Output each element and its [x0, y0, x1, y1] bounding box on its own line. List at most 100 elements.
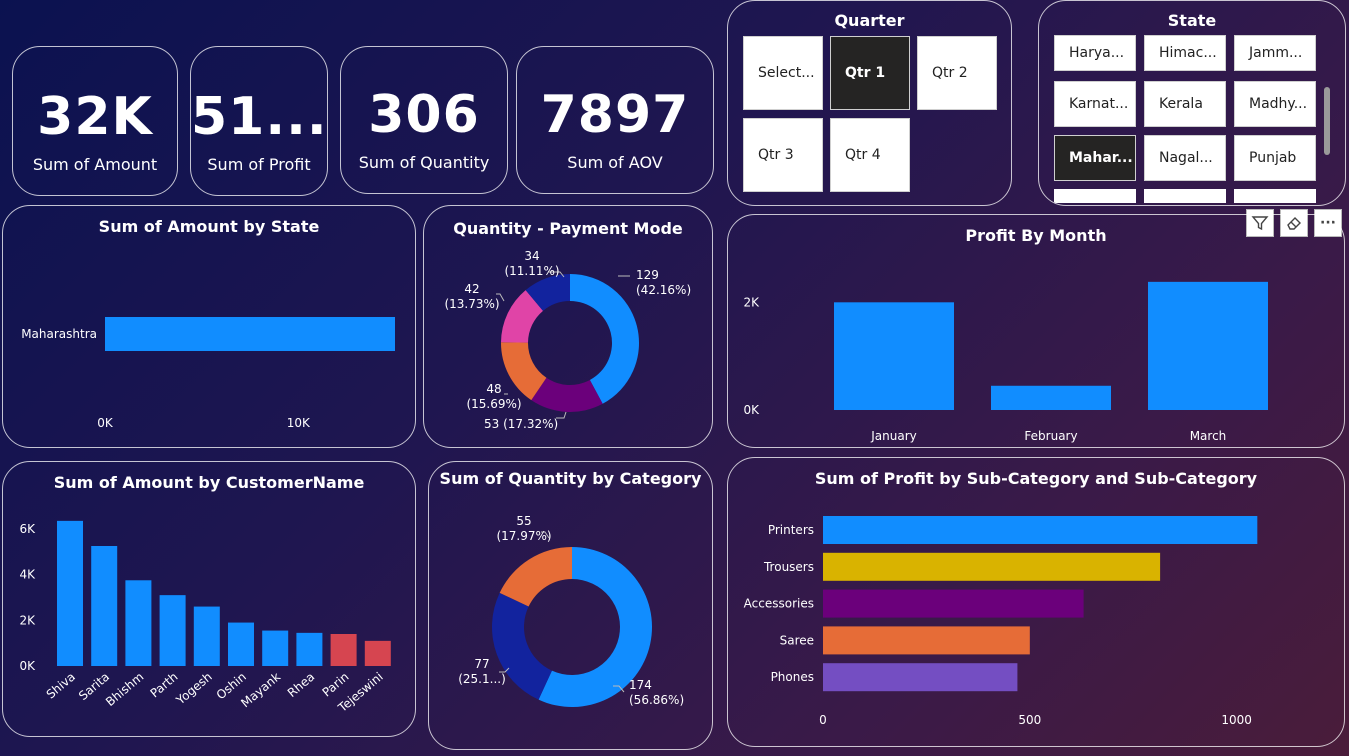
quarter-option-qtr2[interactable]: Qtr 2 — [917, 36, 997, 110]
quantity-by-category-card[interactable]: Sum of Quantity by Category 174 (56.86%) 7… — [428, 461, 713, 750]
y-tick-label: Maharashtra — [21, 327, 97, 341]
kpi-card-aov[interactable]: 7897 Sum of AOV — [516, 46, 714, 194]
state-option[interactable]: Harya... — [1054, 35, 1136, 71]
scrollbar-thumb[interactable] — [1324, 87, 1330, 155]
state-option[interactable]: Nagal... — [1144, 135, 1226, 181]
bar — [193, 606, 220, 666]
state-option-selected[interactable]: Mahar... — [1054, 135, 1136, 181]
data-label: (17.97%) — [496, 529, 551, 543]
kpi-label: Sum of Quantity — [358, 153, 490, 172]
kpi-label: Sum of AOV — [567, 153, 663, 172]
kpi-value: 306 — [368, 85, 480, 145]
profit-by-subcategory-chart: Printers Trousers Accessories Saree Phones 0 5… — [744, 516, 1258, 727]
bar — [105, 317, 395, 351]
kpi-value: 32K — [37, 87, 153, 147]
data-label: 129 — [636, 268, 659, 282]
state-slicer-title: State — [1167, 11, 1217, 30]
y-tick-label: 0K — [743, 403, 760, 417]
x-tick-label: 500 — [1018, 713, 1041, 727]
quarter-option-qtr1[interactable]: Qtr 1 — [830, 36, 910, 110]
bar — [834, 302, 954, 410]
data-label: 53 (17.32%) — [484, 417, 558, 431]
chart-title: Sum of Profit by Sub-Category and Sub-Ca… — [814, 469, 1258, 488]
y-tick-label: Trousers — [763, 560, 814, 574]
chart-title: Sum of Amount by State — [98, 217, 320, 236]
quarter-option-select[interactable]: Select... — [743, 36, 823, 110]
bar — [823, 589, 1084, 618]
kpi-card-amount[interactable]: 32K Sum of Amount — [12, 46, 178, 196]
state-option[interactable]: Karnat... — [1054, 81, 1136, 127]
x-tick-label: March — [1190, 429, 1227, 443]
chart-title: Sum of Quantity by Category — [439, 469, 702, 488]
data-label: (25.1...) — [458, 672, 506, 686]
kpi-value: 51... — [191, 87, 328, 147]
data-label: 42 — [464, 282, 479, 296]
chart-title: Quantity - Payment Mode — [453, 219, 683, 238]
chart-title: Profit By Month — [965, 226, 1107, 245]
state-option[interactable]: Himac... — [1144, 35, 1226, 71]
x-tick-label: 0 — [819, 713, 827, 727]
y-tick-label: 2K — [19, 613, 36, 627]
x-tick-label: 1000 — [1221, 713, 1252, 727]
y-tick-label: Accessories — [744, 597, 814, 611]
y-tick-label: Phones — [771, 670, 814, 684]
quarter-option-qtr4[interactable]: Qtr 4 — [830, 118, 910, 192]
state-option[interactable]: Kerala — [1144, 81, 1226, 127]
amount-by-state-chart: Maharashtra 0K 10K — [21, 317, 395, 430]
payment-mode-card[interactable]: Quantity - Payment Mode 129 (42.16%) 53 (1… — [423, 205, 713, 448]
x-tick-label: 0K — [97, 416, 114, 430]
profit-by-month-card[interactable]: Profit By Month January February March 0K 2K — [727, 214, 1345, 448]
bar — [823, 516, 1258, 544]
chart-title: Sum of Amount by CustomerName — [53, 473, 365, 492]
state-slicer: State Harya... Himac... Jamm... Karnat..… — [1038, 0, 1346, 206]
y-tick-label: 0K — [19, 659, 36, 673]
quarter-slicer-title: Quarter — [834, 11, 905, 30]
bar — [228, 622, 254, 666]
y-tick-label: Saree — [780, 633, 814, 647]
x-tick-label: 10K — [287, 416, 311, 430]
kpi-value: 7897 — [540, 85, 690, 145]
quarter-slicer: Quarter Select... Qtr 1 Qtr 2 Qtr 3 Qtr … — [727, 0, 1012, 206]
quarter-option-qtr3[interactable]: Qtr 3 — [743, 118, 823, 192]
amount-by-customer-card[interactable]: Sum of Amount by CustomerName 0K 2K 4K 6K Sh… — [2, 461, 416, 737]
y-tick-label: 4K — [19, 568, 36, 582]
x-tick-label: Yogesh — [173, 670, 215, 708]
slice — [499, 547, 572, 607]
data-label: 55 — [516, 514, 531, 528]
bar — [125, 580, 152, 666]
data-label: 77 — [474, 657, 489, 671]
kpi-label: Sum of Profit — [207, 155, 311, 174]
profit-by-subcategory-card[interactable]: Sum of Profit by Sub-Category and Sub-Ca… — [727, 457, 1345, 747]
amount-by-state-card[interactable]: Sum of Amount by State Maharashtra 0K 10K — [2, 205, 416, 448]
profit-by-month-chart: January February March 0K 2K — [743, 281, 1268, 443]
bar — [296, 632, 323, 666]
data-label: (15.69%) — [466, 397, 521, 411]
data-label: (56.86%) — [629, 693, 684, 707]
kpi-card-quantity[interactable]: 306 Sum of Quantity — [340, 46, 508, 194]
state-option[interactable]: Jamm... — [1234, 35, 1316, 71]
x-tick-label: Shiva — [44, 670, 78, 702]
bar — [159, 595, 186, 666]
x-tick-label: February — [1024, 429, 1077, 443]
state-option-partial — [1234, 189, 1316, 203]
amount-by-customer-chart: 0K2K4K6KShivaSaritaBhishm ParthYogeshOshi… — [19, 520, 391, 715]
state-option[interactable]: Punjab — [1234, 135, 1316, 181]
bar — [823, 663, 1018, 692]
bar — [1148, 281, 1268, 410]
kpi-card-profit[interactable]: 51... Sum of Profit — [190, 46, 328, 196]
bar — [823, 626, 1030, 655]
data-label: 174 — [629, 678, 652, 692]
payment-mode-chart: 129(42.16%) 53 (17.32%) 48(15.69%) 42(13.73… — [444, 249, 691, 431]
data-label: 48 — [486, 382, 501, 396]
bar — [262, 630, 289, 666]
state-option[interactable]: Madhy... — [1234, 81, 1316, 127]
bar — [57, 520, 83, 666]
x-tick-label: Rhea — [285, 670, 318, 700]
y-tick-label: Printers — [768, 523, 814, 537]
quantity-by-category-chart: 174(56.86%) 77(25.1...) 55(17.97%) — [458, 514, 684, 707]
bar — [991, 385, 1111, 410]
kpi-label: Sum of Amount — [32, 155, 158, 174]
bar — [91, 546, 118, 666]
data-label: 34 — [524, 249, 539, 263]
x-tick-label: January — [870, 429, 917, 443]
